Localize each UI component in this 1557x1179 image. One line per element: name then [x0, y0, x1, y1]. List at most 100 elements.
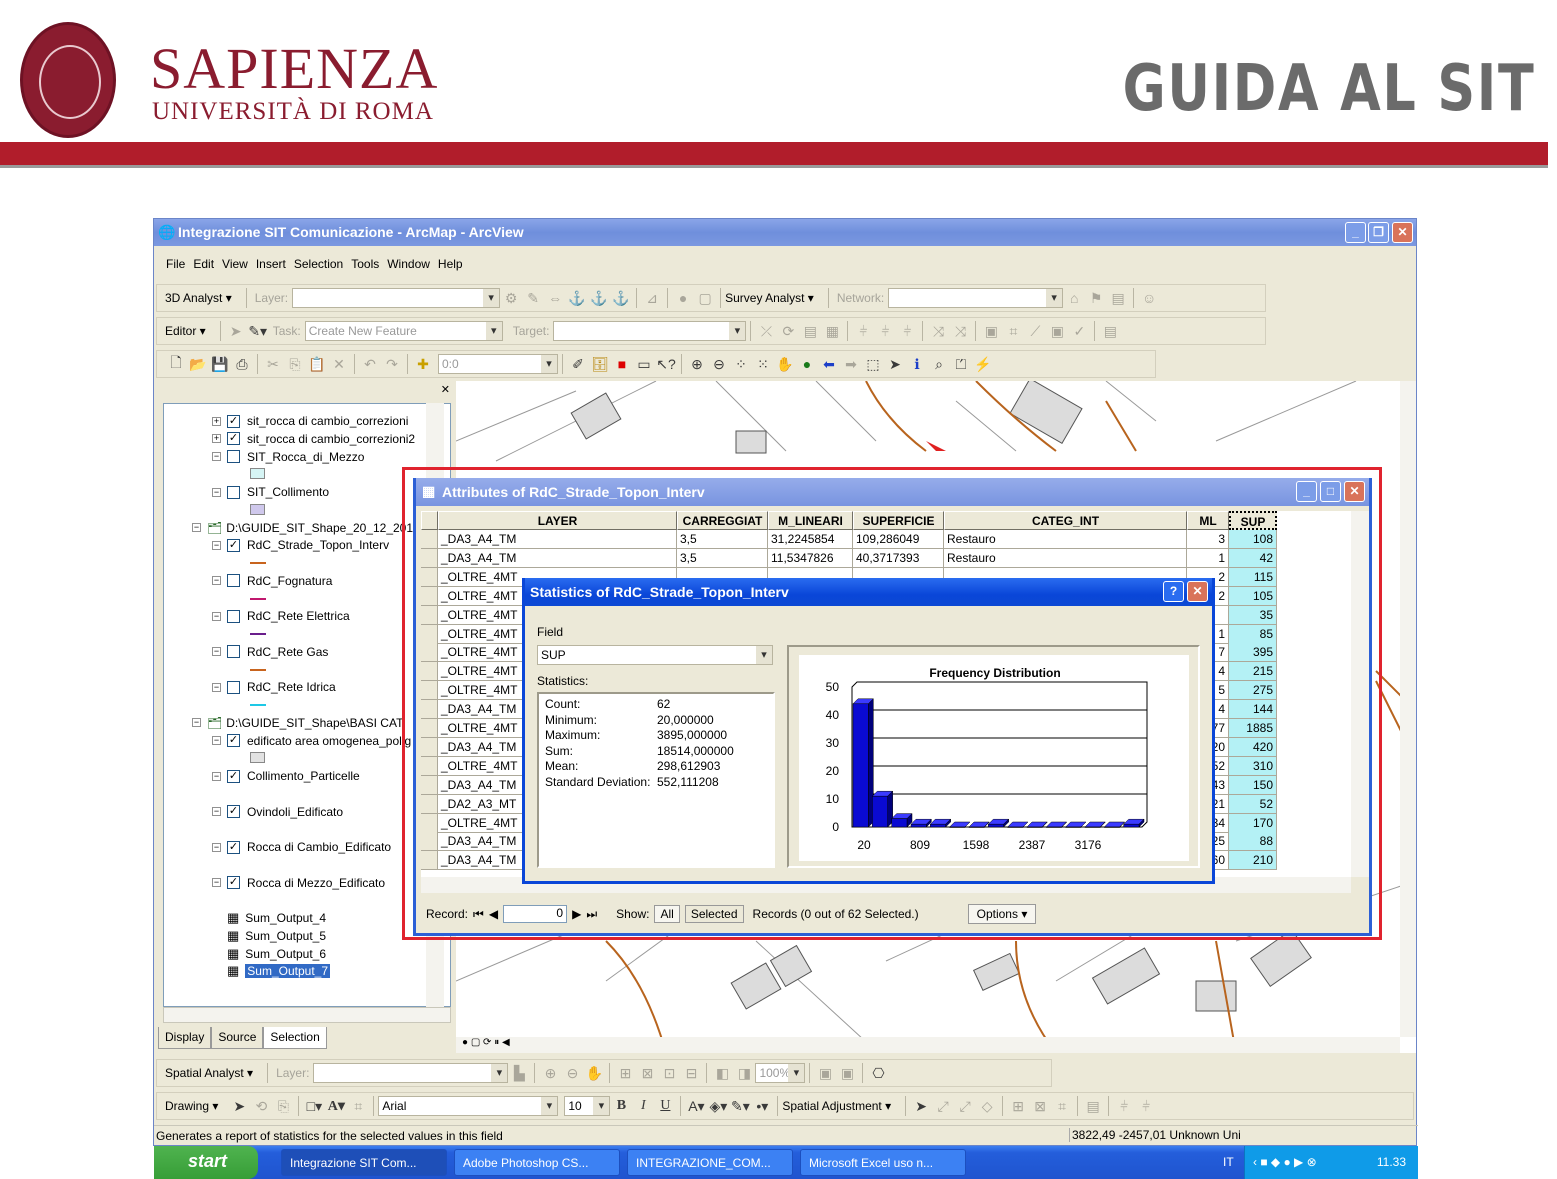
- row-selector[interactable]: [421, 775, 438, 795]
- layer-visibility-checkbox[interactable]: ✓: [227, 432, 240, 446]
- fixed-zoom-out-icon[interactable]: ⁙: [752, 356, 774, 373]
- column-header-superficie[interactable]: SUPERFICIE: [853, 511, 944, 530]
- spatial-adjustment-menu[interactable]: Spatial Adjustment ▾: [782, 1099, 891, 1113]
- row-selector[interactable]: [421, 548, 438, 568]
- table-vertical-scrollbar[interactable]: [1351, 511, 1369, 877]
- layer-name[interactable]: RdC_Rete Idrica: [247, 680, 336, 694]
- editor-menu[interactable]: Editor ▾: [165, 324, 206, 338]
- expand-icon[interactable]: +: [212, 416, 221, 426]
- map-vertical-scrollbar[interactable]: [1400, 381, 1416, 1037]
- table-cell[interactable]: Restauro: [944, 548, 1187, 568]
- toc-layer[interactable]: − ✓ Rocca di Mezzo_Edificato: [212, 874, 385, 892]
- record-number-input[interactable]: 0: [503, 905, 568, 923]
- minimize-button[interactable]: _: [1345, 222, 1366, 243]
- toc-layer[interactable]: − ✓ edificato area omogenea_polig: [212, 732, 411, 750]
- row-selector[interactable]: [421, 586, 438, 606]
- row-selector[interactable]: [421, 737, 438, 757]
- fixed-zoom-in-icon[interactable]: ⁘: [730, 356, 752, 373]
- table-cell[interactable]: 52: [1229, 794, 1277, 814]
- column-header-sup[interactable]: SUP: [1229, 511, 1277, 530]
- table-cell[interactable]: 215: [1229, 662, 1277, 682]
- menu-view[interactable]: View: [222, 257, 248, 271]
- collapse-icon[interactable]: −: [192, 523, 201, 532]
- font-size-combo[interactable]: 10: [564, 1096, 611, 1116]
- row-selector[interactable]: [421, 643, 438, 663]
- column-header-carreggiat[interactable]: CARREGGIAT: [677, 511, 768, 530]
- toc-layer[interactable]: − RdC_Fognatura: [212, 572, 332, 590]
- layer-name[interactable]: Ovindoli_Edificato: [247, 805, 343, 819]
- pan-icon[interactable]: ✋: [774, 356, 796, 373]
- menu-window[interactable]: Window: [387, 257, 430, 271]
- collapse-icon[interactable]: −: [212, 878, 221, 887]
- collapse-icon[interactable]: −: [212, 452, 221, 461]
- layer-visibility-checkbox[interactable]: [227, 680, 240, 694]
- layer-visibility-checkbox[interactable]: ✓: [227, 414, 240, 428]
- table-cell[interactable]: 88: [1229, 832, 1277, 852]
- fill-color-icon[interactable]: ◈▾: [707, 1098, 729, 1115]
- layer-name[interactable]: RdC_Fognatura: [247, 574, 332, 588]
- expand-icon[interactable]: +: [212, 434, 221, 444]
- previous-record-button[interactable]: ◀: [489, 907, 498, 921]
- table-cell[interactable]: 108: [1229, 530, 1277, 549]
- row-selector[interactable]: [421, 624, 438, 644]
- italic-button[interactable]: I: [632, 1098, 654, 1114]
- table-cell[interactable]: 40,3717393: [853, 548, 944, 568]
- row-selector[interactable]: [421, 681, 438, 701]
- toc-layer[interactable]: + ✓ sit_rocca di cambio_correzioni2: [212, 430, 415, 448]
- bold-button[interactable]: B: [610, 1098, 632, 1114]
- collapse-icon[interactable]: −: [212, 540, 221, 550]
- find-icon[interactable]: ⌕: [928, 356, 950, 373]
- line-symbol[interactable]: [250, 597, 266, 600]
- undo-icon[interactable]: ↶: [359, 356, 381, 373]
- toc-layer[interactable]: − ✓ RdC_Strade_Topon_Interv: [212, 536, 389, 554]
- layer-combo[interactable]: [292, 288, 501, 308]
- layer-name[interactable]: SIT_Rocca_di_Mezzo: [247, 450, 364, 464]
- column-header-categ_int[interactable]: CATEG_INT: [944, 511, 1187, 530]
- menu-file[interactable]: File: [166, 257, 185, 271]
- target-combo[interactable]: [553, 321, 747, 341]
- layer-visibility-checkbox[interactable]: ✓: [227, 538, 240, 552]
- whats-this-icon[interactable]: ↖?: [655, 356, 677, 373]
- table-cell[interactable]: 31,2245854: [768, 530, 853, 549]
- toc-layer[interactable]: − RdC_Rete Idrica: [212, 678, 336, 696]
- arctoolbox-icon[interactable]: ■: [611, 356, 633, 372]
- layer-name[interactable]: RdC_Rete Elettrica: [247, 609, 350, 623]
- table-cell[interactable]: 210: [1229, 851, 1277, 871]
- field-select[interactable]: SUP: [537, 645, 773, 665]
- map-horizontal-scrollbar[interactable]: ● ▢ ⟳ ⏸ ◀: [456, 1037, 1400, 1053]
- row-selector[interactable]: [421, 567, 438, 587]
- font-combo[interactable]: Arial: [378, 1096, 559, 1116]
- layer-name[interactable]: Rocca di Mezzo_Edificato: [247, 876, 385, 890]
- collapse-icon[interactable]: −: [212, 647, 221, 657]
- collapse-icon[interactable]: −: [212, 736, 221, 745]
- fill-symbol-swatch[interactable]: [250, 468, 265, 480]
- toc-tab-display[interactable]: Display: [158, 1027, 212, 1049]
- table-cell[interactable]: 42: [1229, 548, 1277, 568]
- layer-visibility-checkbox[interactable]: [227, 485, 240, 499]
- options-button[interactable]: Options ▾: [967, 904, 1037, 924]
- layer-name[interactable]: Sum_Output_6: [245, 947, 326, 961]
- fill-symbol-swatch[interactable]: [250, 503, 265, 515]
- row-selector[interactable]: [421, 794, 438, 814]
- next-record-button[interactable]: ▶: [572, 907, 581, 921]
- table-cell[interactable]: 170: [1229, 813, 1277, 833]
- column-header-ml[interactable]: ML: [1187, 511, 1229, 530]
- row-selector[interactable]: [421, 756, 438, 776]
- row-selector[interactable]: [421, 832, 438, 852]
- menu-tools[interactable]: Tools: [351, 257, 379, 271]
- line-symbol[interactable]: [250, 633, 266, 635]
- table-cell[interactable]: 85: [1229, 624, 1277, 644]
- drawing-menu[interactable]: Drawing ▾: [165, 1099, 218, 1113]
- toc-layer[interactable]: − SIT_Rocca_di_Mezzo: [212, 448, 364, 466]
- map-scale-combo[interactable]: 0:0: [438, 354, 558, 374]
- toc-horizontal-scrollbar[interactable]: [163, 1007, 451, 1023]
- table-cell[interactable]: _DA3_A4_TM: [438, 530, 677, 549]
- layer-name[interactable]: Sum_Output_7: [245, 964, 331, 979]
- collapse-icon[interactable]: −: [212, 807, 221, 816]
- layer-visibility-checkbox[interactable]: ✓: [227, 876, 240, 889]
- row-selector[interactable]: [421, 662, 438, 682]
- collapse-icon[interactable]: −: [212, 842, 221, 852]
- menu-edit[interactable]: Edit: [193, 257, 214, 271]
- line-symbol[interactable]: [250, 562, 266, 564]
- layer-visibility-checkbox[interactable]: [227, 450, 240, 463]
